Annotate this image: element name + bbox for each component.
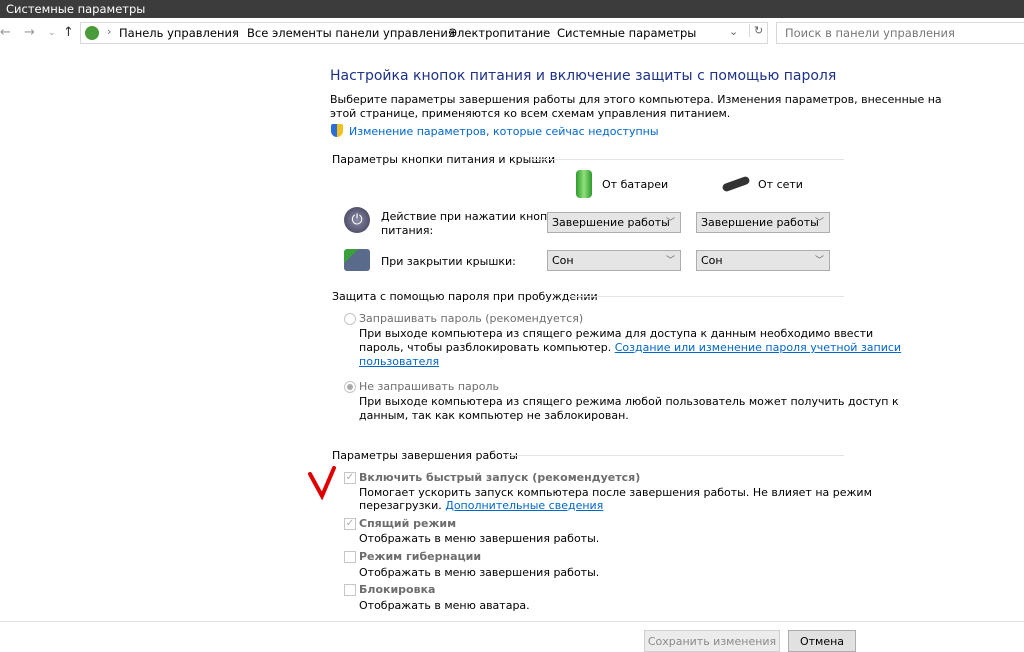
hibernate-label: Режим гибернации — [359, 550, 482, 563]
password-group-label: Защита с помощью пароля при пробуждении — [332, 290, 598, 303]
require-password-radio[interactable] — [344, 313, 356, 325]
sleep-desc: Отображать в меню завершения работы. — [359, 532, 600, 545]
shutdown-group-label: Параметры завершения работы — [332, 449, 518, 462]
shield-icon — [331, 124, 343, 137]
red-checkmark-annotation — [308, 466, 336, 500]
forward-icon[interactable]: → — [24, 25, 35, 40]
power-group-label: Параметры кнопки питания и крышки — [332, 153, 556, 166]
laptop-lid-icon — [344, 249, 370, 271]
breadcrumb-all-items[interactable]: Все элементы панели управления — [247, 26, 455, 40]
fast-startup-desc: Помогает ускорить запуск компьютера посл… — [359, 486, 872, 499]
hibernate-checkbox[interactable] — [344, 551, 356, 563]
no-password-radio[interactable] — [344, 381, 356, 393]
chevron-down-icon[interactable]: ⌄ — [48, 28, 56, 38]
create-password-link[interactable]: Создание или изменение пароля учетной за… — [615, 341, 901, 354]
power-button-battery-select[interactable]: Завершение работы ﹀ — [547, 212, 681, 233]
change-unavailable-settings-link[interactable]: Изменение параметров, которые сейчас нед… — [349, 125, 659, 138]
lid-battery-select[interactable]: Сон ﹀ — [547, 250, 681, 271]
dropdown-icon[interactable]: ⌄ — [729, 25, 738, 38]
fast-startup-desc-2: перезагрузки. Дополнительные сведения — [359, 499, 604, 512]
more-info-link[interactable]: Дополнительные сведения — [445, 499, 603, 512]
title-bar: Системные параметры — [0, 0, 1024, 18]
save-changes-button[interactable]: Сохранить изменения — [644, 630, 780, 652]
battery-column-header: От батареи — [602, 178, 669, 191]
create-password-link-2[interactable]: пользователя — [359, 355, 439, 368]
lock-checkbox[interactable] — [344, 584, 356, 596]
require-password-label: Запрашивать пароль (рекомендуется) — [359, 312, 584, 325]
power-button-icon: ⏻ — [344, 207, 370, 233]
up-arrow-icon[interactable]: ↑ — [63, 25, 74, 40]
battery-icon — [576, 170, 592, 198]
address-bar[interactable]: › Панель управления › Все элементы панел… — [80, 22, 768, 44]
breadcrumb-power[interactable]: Электропитание — [449, 26, 550, 40]
back-icon[interactable]: ← — [0, 25, 11, 40]
fast-startup-checkbox[interactable]: ✓ — [344, 472, 356, 484]
no-password-label: Не запрашивать пароль — [359, 380, 500, 393]
sleep-label: Спящий режим — [359, 517, 457, 530]
refresh-icon[interactable]: ↻ — [749, 24, 763, 37]
power-plug-icon — [721, 175, 751, 193]
intro-text-2: этой странице, применяются ко всем схема… — [330, 107, 731, 120]
lock-label: Блокировка — [359, 583, 436, 596]
search-input[interactable]: Поиск в панели управления — [776, 22, 1024, 44]
require-password-desc-2: пароль, чтобы разблокировать компьютер. … — [359, 341, 902, 354]
power-button-label-2: питания: — [381, 224, 434, 237]
lock-desc: Отображать в меню аватара. — [359, 599, 530, 612]
require-password-desc: При выходе компьютера из спящего режима … — [359, 327, 874, 340]
fast-startup-label: Включить быстрый запуск (рекомендуется) — [359, 471, 641, 484]
lid-ac-select[interactable]: Сон ﹀ — [696, 250, 830, 271]
cancel-button[interactable]: Отмена — [788, 630, 856, 652]
intro-text: Выберите параметры завершения работы для… — [330, 93, 942, 106]
power-options-icon — [85, 26, 99, 40]
lid-close-label: При закрытии крышки: — [381, 255, 516, 268]
sleep-checkbox[interactable]: ✓ — [344, 518, 356, 530]
power-button-label: Действие при нажатии кнопки — [381, 210, 562, 223]
no-password-desc-2: данным, так как компьютер не заблокирова… — [359, 409, 629, 422]
power-button-ac-select[interactable]: Завершение работы ﹀ — [696, 212, 830, 233]
no-password-desc: При выходе компьютера из спящего режима … — [359, 395, 899, 408]
page-title: Настройка кнопок питания и включение защ… — [330, 68, 837, 84]
hibernate-desc: Отображать в меню завершения работы. — [359, 566, 600, 579]
breadcrumb-control-panel[interactable]: Панель управления — [119, 26, 239, 40]
ac-column-header: От сети — [758, 178, 803, 191]
breadcrumb-system-settings[interactable]: Системные параметры — [557, 26, 696, 40]
